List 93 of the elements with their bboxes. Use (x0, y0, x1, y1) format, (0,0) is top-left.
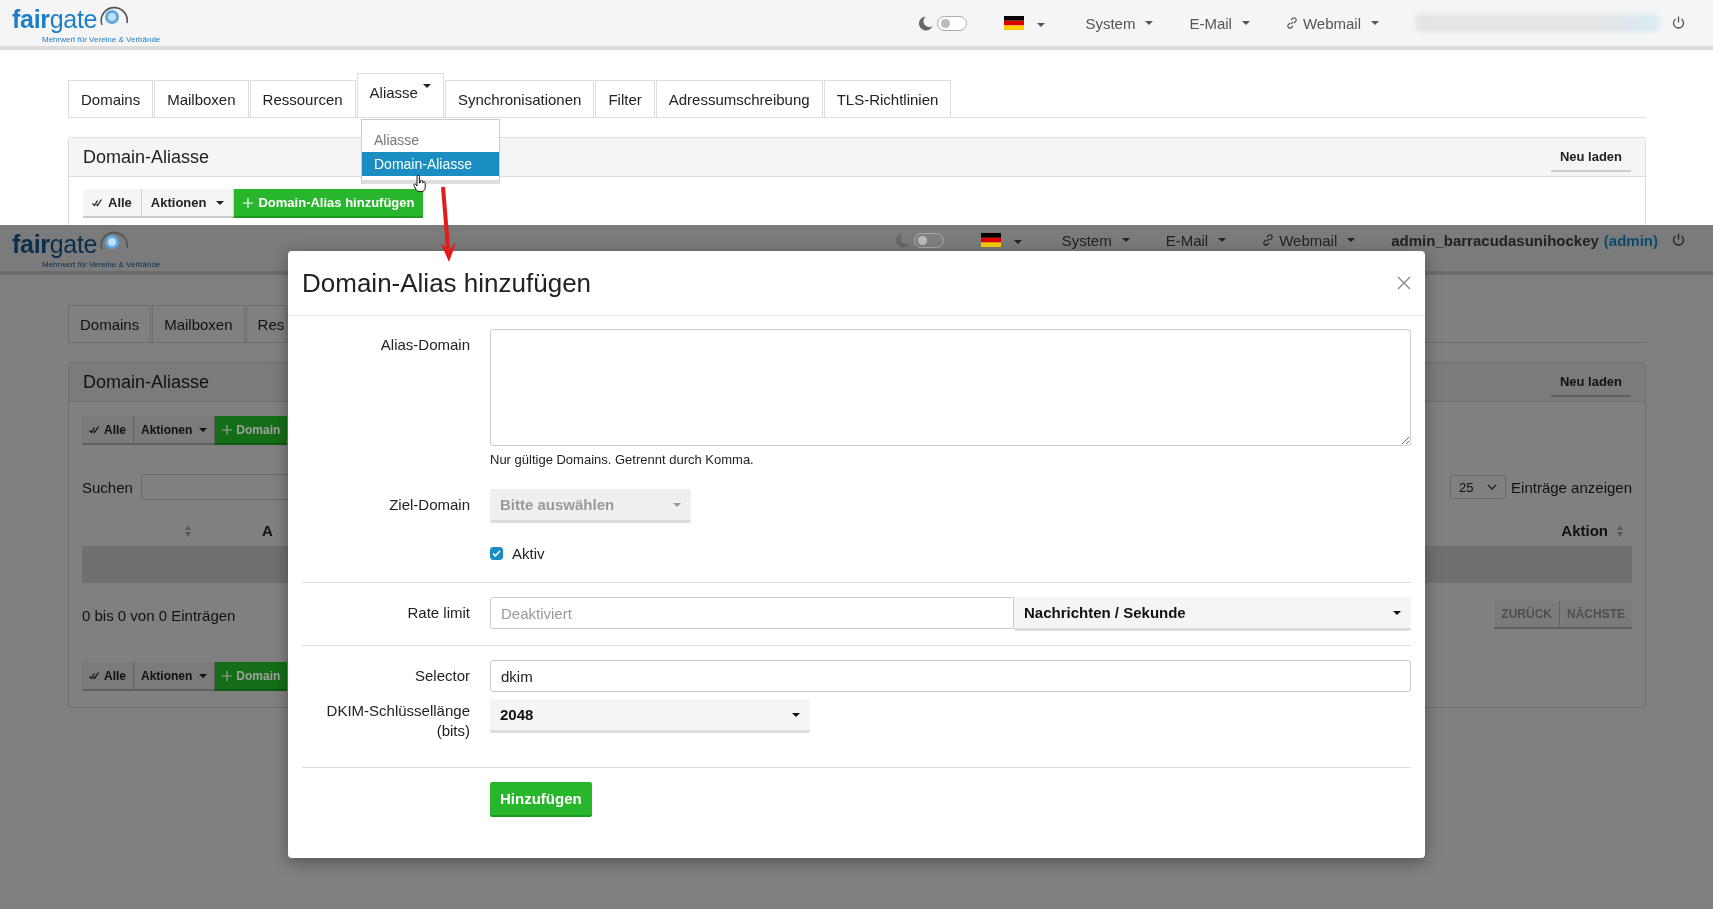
tab[interactable]: Filter (595, 80, 655, 117)
page-size-label: Einträge anzeigen (1511, 478, 1632, 496)
caret-icon (199, 673, 208, 678)
column-header[interactable]: A (262, 522, 273, 539)
tab[interactable]: Domains (68, 305, 152, 342)
actions-dropdown-button[interactable]: Aktionen (133, 662, 215, 691)
flag-icon (1004, 16, 1025, 30)
menu-link[interactable]: Webmail (1262, 231, 1356, 249)
alias-domain-field[interactable] (490, 329, 1411, 446)
menu-link[interactable]: System (1085, 14, 1154, 32)
search-label: Suchen (82, 478, 133, 496)
menu-link[interactable]: System (1061, 231, 1130, 249)
moon-icon (919, 15, 934, 31)
tab[interactable]: Adressumschreibung (655, 80, 823, 117)
modal-title: Domain-Alias hinzufügen (302, 267, 592, 299)
tab[interactable]: Mailboxen (154, 80, 249, 117)
caret-icon (1145, 21, 1154, 25)
caret-icon (1241, 21, 1250, 25)
power-icon[interactable] (1672, 233, 1685, 247)
select-all-button[interactable]: Alle (82, 416, 133, 445)
link-icon (1262, 234, 1275, 246)
target-domain-select[interactable]: Bitte auswählen (490, 489, 691, 523)
field-label: Rate limit (406, 603, 470, 623)
column-header[interactable]: Aktion (1561, 522, 1608, 539)
menu-link[interactable]: Webmail (1285, 14, 1379, 32)
menu-header: Aliasse (373, 131, 421, 150)
plus-icon (243, 197, 254, 208)
language-button[interactable] (980, 231, 1022, 249)
link-icon (1285, 17, 1298, 29)
caret-icon (199, 427, 208, 432)
power-icon[interactable] (1672, 16, 1685, 30)
tab-dropdown[interactable]: Aliasse (356, 73, 444, 117)
tab[interactable]: Domains (68, 80, 154, 117)
caret-icon (422, 84, 431, 88)
tab[interactable]: Ressourcen (249, 80, 356, 117)
caret-icon (1347, 238, 1356, 242)
moon-icon (895, 232, 910, 248)
field-label: Selector (413, 666, 470, 686)
tab[interactable]: TLS-Richtlinien (823, 80, 952, 117)
menu-link[interactable]: E-Mail (1189, 14, 1250, 32)
checkbox-label: Aktiv (512, 545, 545, 562)
page-size-select[interactable]: 25 (1450, 475, 1507, 499)
user-role: (admin) (1603, 231, 1658, 249)
add-button[interactable]: Domain (214, 662, 288, 691)
flag-icon (980, 233, 1001, 247)
field-label: Ziel-Domain (388, 495, 470, 515)
select-all-button[interactable]: Alle (82, 662, 133, 691)
field-label: DKIM-Schlüssellänge (bits) (325, 701, 470, 741)
checkbox[interactable] (490, 547, 503, 560)
caret-icon (1371, 21, 1379, 25)
chevron-down-icon (1487, 484, 1498, 490)
add-button[interactable]: Domain (214, 416, 288, 445)
dark-mode-toggle[interactable] (937, 15, 968, 31)
menu-link[interactable]: E-Mail (1165, 231, 1227, 249)
select-all-button[interactable]: Alle (83, 189, 141, 218)
caret-icon (1013, 239, 1022, 244)
logo-text: fairgate (12, 4, 98, 33)
logo-tagline: Mehrwert für Vereine & Verbände (42, 259, 161, 269)
table-info: 0 bis 0 von 0 Einträgen (82, 606, 236, 624)
double-check-icon (92, 198, 103, 207)
plus-icon (222, 670, 233, 681)
caret-icon (1121, 238, 1130, 242)
key-length-select[interactable]: 2048 (490, 699, 810, 733)
caret-icon (792, 712, 800, 717)
double-check-icon (89, 425, 100, 434)
rate-limit-field[interactable]: Deaktiviert (490, 597, 1014, 629)
logo-text: fairgate (12, 229, 98, 258)
tab[interactable]: Res (245, 305, 288, 342)
plus-icon (222, 424, 233, 435)
actions-dropdown-button[interactable]: Aktionen (133, 416, 215, 445)
rate-unit-select[interactable]: Nachrichten / Sekunde (1014, 597, 1411, 631)
caret-icon (673, 502, 681, 507)
dark-mode-toggle[interactable] (913, 232, 944, 248)
caret-icon (1037, 22, 1046, 27)
selector-field[interactable]: dkim (490, 660, 1411, 692)
submit-button[interactable]: Hinzufügen (490, 782, 592, 817)
menu-item[interactable]: Domain-Aliasse (362, 152, 499, 176)
panel-title: Domain-Aliasse (83, 371, 210, 393)
add-button[interactable]: Domain-Alias hinzufügen (233, 189, 424, 218)
double-check-icon (89, 671, 100, 680)
caret-icon (1393, 610, 1401, 615)
caret-icon (216, 200, 225, 205)
user-name: admin_barracudasunihockey (1391, 231, 1599, 249)
help-text: Nur gültige Domains. Getrennt durch Komma. (490, 452, 755, 467)
caret-icon (1218, 238, 1227, 242)
tab[interactable]: Synchronisationen (444, 80, 595, 117)
panel-title: Domain-Aliasse (83, 146, 210, 168)
language-button[interactable] (1004, 14, 1046, 32)
field-label: Alias-Domain (379, 335, 470, 355)
tab[interactable]: Mailboxen (152, 305, 245, 342)
close-icon[interactable] (1397, 276, 1411, 290)
actions-dropdown-button[interactable]: Aktionen (140, 189, 234, 218)
logo-tagline: Mehrwert für Vereine & Verbände (42, 34, 161, 44)
